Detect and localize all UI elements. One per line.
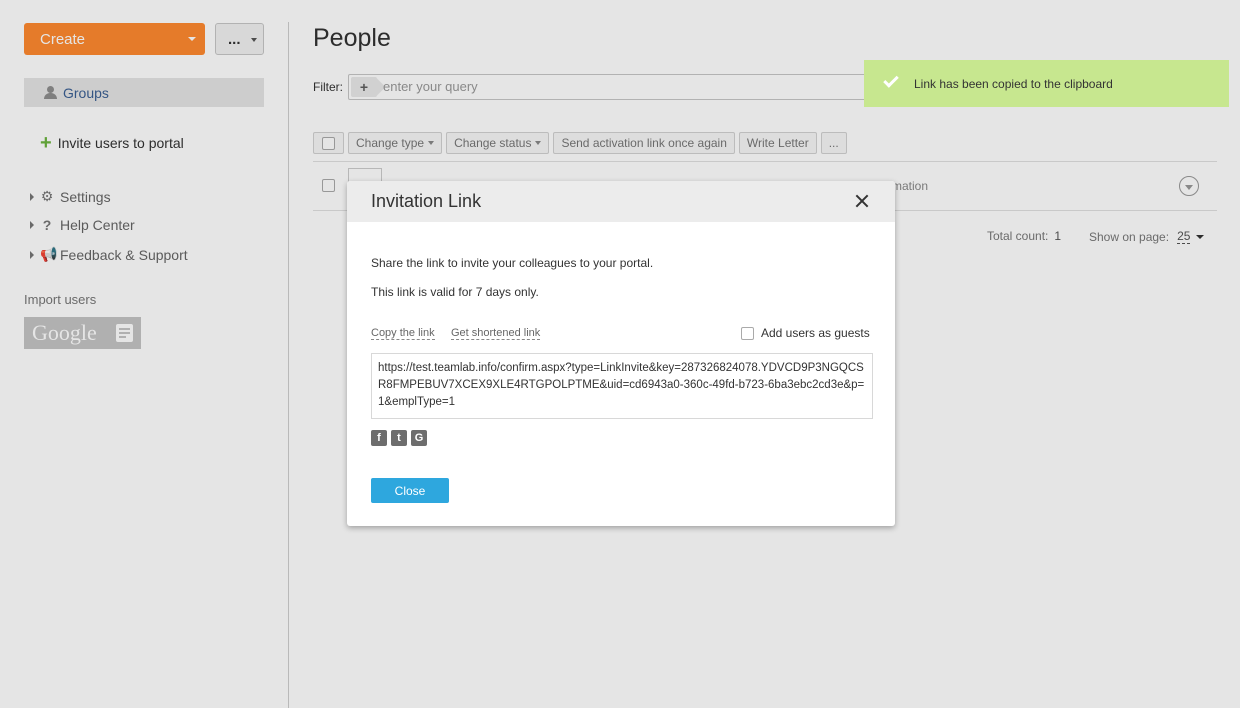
dialog-validity-note: This link is valid for 7 days only. xyxy=(371,285,539,299)
plus-icon: + xyxy=(359,79,369,95)
facebook-icon[interactable]: f xyxy=(371,430,387,446)
share-buttons: f t G xyxy=(371,430,427,446)
invitation-link-dialog: Invitation Link Share the link to invite… xyxy=(347,181,895,526)
dialog-title: Invitation Link xyxy=(371,191,482,211)
twitter-icon[interactable]: t xyxy=(391,430,407,446)
toast-message: Link has been copied to the clipboard xyxy=(914,76,1113,91)
add-as-guests-option[interactable]: Add users as guests xyxy=(741,326,870,340)
close-icon[interactable] xyxy=(855,194,869,208)
invitation-url-field[interactable]: https://test.teamlab.info/confirm.aspx?t… xyxy=(371,353,873,419)
copy-link-button[interactable]: Copy the link xyxy=(371,327,435,340)
dialog-description: Share the link to invite your colleagues… xyxy=(371,256,654,270)
toast-notification: Link has been copied to the clipboard xyxy=(864,60,1229,107)
add-as-guests-checkbox[interactable] xyxy=(741,326,754,340)
google-icon[interactable]: G xyxy=(411,430,427,446)
page: Create ... Groups + Invite users to port… xyxy=(0,0,1240,708)
get-shortened-link-button[interactable]: Get shortened link xyxy=(451,327,541,340)
dialog-header: Invitation Link xyxy=(347,181,895,222)
close-button[interactable]: Close xyxy=(371,478,449,503)
checkmark-icon xyxy=(883,72,899,88)
add-as-guests-label: Add users as guests xyxy=(761,326,870,340)
